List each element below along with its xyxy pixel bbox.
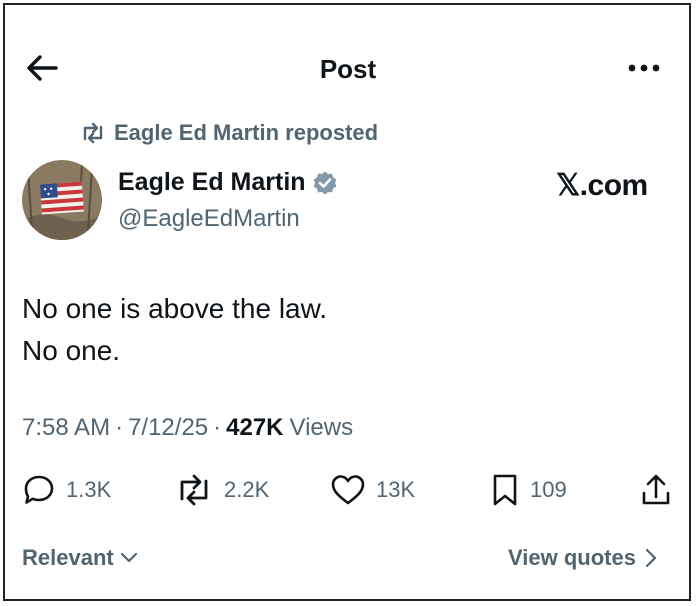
view-quotes-link[interactable]: View quotes	[508, 545, 658, 571]
post-date[interactable]: 7/12/25	[128, 414, 208, 442]
share-button[interactable]	[640, 470, 672, 510]
xcom-watermark: 𝕏.com	[556, 169, 648, 202]
views-label: Views	[289, 414, 354, 441]
author-name: Eagle Ed Martin	[118, 168, 306, 196]
repost-label: Eagle Ed Martin reposted	[114, 120, 379, 145]
reply-icon	[24, 475, 54, 504]
view-quotes-label: View quotes	[508, 545, 636, 570]
reply-button[interactable]: 1.3K	[22, 470, 111, 510]
more-icon	[628, 64, 660, 72]
avatar[interactable]	[22, 160, 102, 240]
share-icon	[642, 474, 670, 505]
views-count: 427K	[226, 414, 284, 441]
post-meta: 7:58 AM · 7/12/25 · 427K Views	[22, 414, 353, 442]
author-handle[interactable]: @EagleEdMartin	[118, 205, 300, 233]
page-title: Post	[319, 54, 377, 84]
meta-separator: ·	[213, 414, 222, 441]
verified-badge-icon	[313, 171, 336, 194]
reply-count: 1.3K	[66, 477, 112, 502]
repost-count: 2.2K	[224, 477, 270, 502]
repost-context[interactable]: Eagle Ed Martin reposted	[80, 118, 378, 148]
bookmark-icon	[493, 474, 517, 506]
bookmark-button[interactable]: 109	[490, 470, 567, 510]
like-button[interactable]: 13K	[330, 470, 415, 510]
avatar-image	[22, 160, 102, 240]
more-button[interactable]	[622, 52, 666, 82]
sort-label: Relevant	[22, 545, 114, 570]
repost-icon	[83, 122, 103, 144]
repost-button[interactable]: 2.2K	[174, 470, 269, 510]
like-icon	[331, 475, 365, 505]
sort-replies-dropdown[interactable]: Relevant	[22, 545, 138, 571]
like-count: 13K	[376, 477, 416, 502]
action-bar: 1.3K 2.2K 13K 109	[22, 470, 674, 510]
post-time[interactable]: 7:58 AM	[22, 414, 110, 442]
chevron-down-icon	[120, 552, 137, 563]
repost-icon	[180, 474, 208, 506]
author-name-row[interactable]: Eagle Ed Martin	[118, 168, 338, 197]
meta-separator: ·	[115, 414, 124, 441]
chevron-right-icon	[645, 548, 657, 568]
bookmark-count: 109	[530, 477, 567, 502]
post-text: No one is above the law. No one.	[22, 293, 328, 366]
